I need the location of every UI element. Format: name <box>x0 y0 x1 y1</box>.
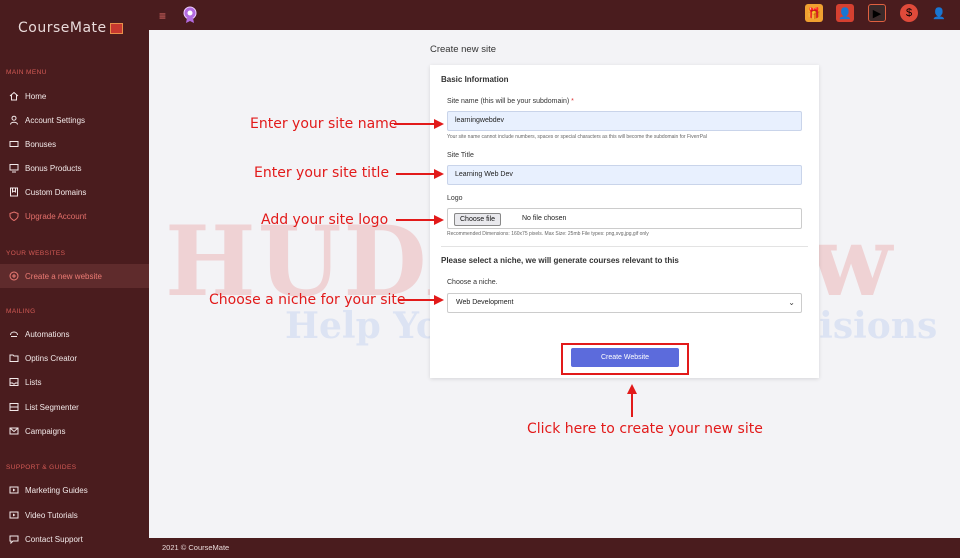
niche-selected-value: Web Development <box>456 299 514 306</box>
sidebar-item-label: Create a new website <box>25 271 102 281</box>
niche-heading: Please select a niche, we will generate … <box>441 256 679 265</box>
annotation-niche: Choose a niche for your site <box>209 292 406 308</box>
card-title: Basic Information <box>441 75 509 84</box>
section-support-guides: SUPPORT & GUIDES <box>6 464 77 471</box>
award-badge-icon[interactable] <box>183 5 197 23</box>
sidebar-item-label: List Segmenter <box>25 402 79 412</box>
footer: 2021 © CourseMate <box>149 538 960 558</box>
monitor-icon <box>9 163 19 173</box>
agent-icon[interactable]: 👤 <box>836 4 854 22</box>
hamburger-menu-icon[interactable]: ≡ <box>159 9 166 23</box>
mail-icon <box>9 426 19 436</box>
sidebar-item-label: Automations <box>25 329 70 339</box>
chat-icon <box>9 534 19 544</box>
video-icon <box>9 485 19 495</box>
segment-icon <box>9 402 19 412</box>
automation-icon <box>9 329 19 339</box>
annotation-site-name: Enter your site name <box>250 116 398 132</box>
user-icon <box>9 115 19 125</box>
section-mailing: MAILING <box>6 308 36 315</box>
video-player-icon[interactable]: ▶ <box>868 4 886 22</box>
plus-circle-icon <box>9 271 19 281</box>
sidebar-item-bonus-products[interactable]: Bonus Products <box>0 156 149 180</box>
sidebar-item-label: Contact Support <box>25 534 83 544</box>
section-your-websites: YOUR WEBSITES <box>6 250 66 257</box>
arrow-right-icon <box>398 295 444 305</box>
profile-avatar-icon[interactable]: 👤 <box>930 4 948 22</box>
coin-hand-icon[interactable]: $ <box>900 4 918 22</box>
site-title-label: Site Title <box>447 152 474 159</box>
sidebar-item-contact-support[interactable]: Contact Support <box>0 527 149 551</box>
home-icon <box>9 91 19 101</box>
top-bar: ≡ 🎁 👤 ▶ $ 👤 <box>149 0 960 30</box>
inbox-icon <box>9 377 19 387</box>
sidebar-item-bonuses[interactable]: Bonuses <box>0 132 149 156</box>
arrow-right-icon <box>394 119 444 129</box>
sidebar-item-label: Bonus Products <box>25 163 82 173</box>
niche-select[interactable]: Web Development ⌄ <box>447 293 802 313</box>
sidebar-item-label: Custom Domains <box>25 187 87 197</box>
sidebar-item-label: Lists <box>25 377 42 387</box>
sidebar-item-marketing-guides[interactable]: Marketing Guides <box>0 478 149 502</box>
sidebar: CourseMate MAIN MENU Home Account Settin… <box>0 0 149 558</box>
brand-logo[interactable]: CourseMate <box>0 0 149 56</box>
niche-label: Choose a niche. <box>447 279 498 286</box>
chevron-down-icon: ⌄ <box>788 298 795 307</box>
sidebar-item-campaigns[interactable]: Campaigns <box>0 419 149 443</box>
sidebar-item-list-segmenter[interactable]: List Segmenter <box>0 395 149 419</box>
arrow-up-icon <box>627 384 637 417</box>
sidebar-item-label: Upgrade Account <box>25 211 87 221</box>
sidebar-item-label: Marketing Guides <box>25 485 88 495</box>
shield-icon <box>9 211 19 221</box>
ticket-icon <box>9 139 19 149</box>
create-website-button[interactable]: Create Website <box>571 348 679 367</box>
site-name-hint: Your site name cannot include numbers, s… <box>447 134 707 140</box>
sidebar-item-label: Bonuses <box>25 139 57 149</box>
sidebar-item-label: Home <box>25 91 47 101</box>
logo-hint: Recommended Dimensions: 160x75 pixels. M… <box>447 231 649 237</box>
file-status-text: No file chosen <box>522 215 567 222</box>
annotation-site-title: Enter your site title <box>254 165 390 181</box>
logo-file-input[interactable]: Choose file No file chosen <box>447 208 802 229</box>
site-name-label-text: Site name (this will be your subdomain) <box>447 98 570 105</box>
logo-label: Logo <box>447 195 463 202</box>
sidebar-item-video-tutorials[interactable]: Video Tutorials <box>0 503 149 527</box>
sidebar-item-custom-domains[interactable]: Custom Domains <box>0 180 149 204</box>
site-name-label: Site name (this will be your subdomain) … <box>447 98 574 105</box>
arrow-right-icon <box>396 169 444 179</box>
folder-icon <box>9 353 19 363</box>
sidebar-item-label: Campaigns <box>25 426 66 436</box>
arrow-right-icon <box>396 215 444 225</box>
section-main-menu: MAIN MENU <box>6 69 47 76</box>
annotation-site-logo: Add your site logo <box>261 212 389 228</box>
required-mark: * <box>571 98 574 105</box>
sidebar-item-optins-creator[interactable]: Optins Creator <box>0 346 149 370</box>
sidebar-item-home[interactable]: Home <box>0 84 149 108</box>
sidebar-item-upgrade-account[interactable]: Upgrade Account <box>0 204 149 228</box>
gift-icon[interactable]: 🎁 <box>805 4 823 22</box>
divider <box>441 246 808 247</box>
site-title-input[interactable]: Learning Web Dev <box>447 165 802 185</box>
brand-name: CourseMate <box>18 20 107 36</box>
video-icon <box>9 510 19 520</box>
basic-information-card: Basic Information Site name (this will b… <box>430 65 819 378</box>
sidebar-item-automations[interactable]: Automations <box>0 322 149 346</box>
brand-icon <box>109 22 123 34</box>
annotation-create: Click here to create your new site <box>527 421 763 437</box>
bookmark-icon <box>9 187 19 197</box>
page-title: Create new site <box>430 44 497 55</box>
choose-file-button[interactable]: Choose file <box>454 213 502 226</box>
sidebar-item-account-settings[interactable]: Account Settings <box>0 108 149 132</box>
sidebar-item-lists[interactable]: Lists <box>0 370 149 394</box>
sidebar-item-label: Video Tutorials <box>25 510 78 520</box>
sidebar-item-create-website[interactable]: Create a new website <box>0 264 149 288</box>
sidebar-item-label: Optins Creator <box>25 353 78 363</box>
sidebar-item-label: Account Settings <box>25 115 86 125</box>
site-name-input[interactable]: learningwebdev <box>447 111 802 131</box>
